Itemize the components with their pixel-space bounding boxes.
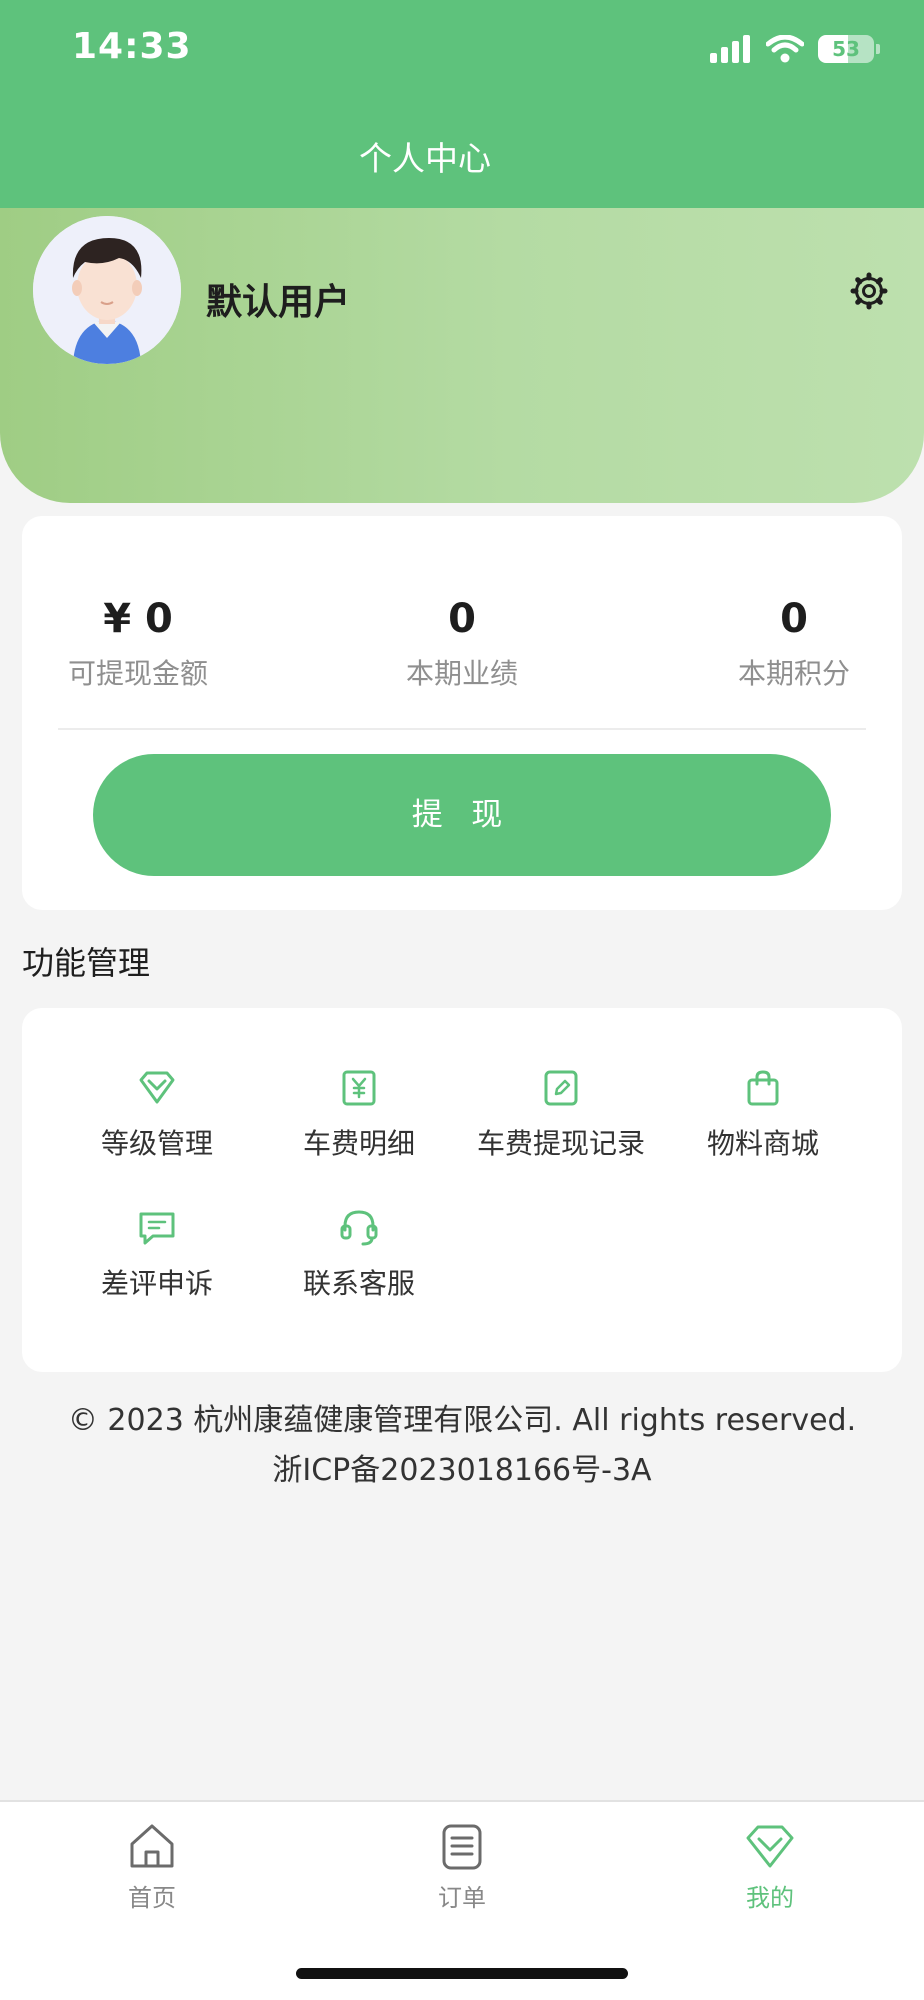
tab-orders[interactable]: 订单 (382, 1820, 542, 1913)
stat-value: 0 (780, 596, 808, 642)
home-icon (130, 1824, 174, 1868)
footer: © 2023 杭州康蕴健康管理有限公司. All rights reserved… (0, 1396, 924, 1496)
stat-label: 可提现金额 (67, 657, 208, 690)
username: 默认用户 (206, 282, 351, 323)
function-label: 差评申诉 (100, 1267, 213, 1300)
function-material-mall[interactable]: 物料商城 (663, 1068, 863, 1162)
stat-withdrawable[interactable]: ¥ 0 可提现金额 (58, 596, 218, 692)
shopping-bag-icon (747, 1070, 779, 1106)
divider (58, 728, 866, 730)
status-icons: 53 (710, 34, 880, 64)
avatar[interactable] (33, 216, 181, 364)
status-time: 14:33 (72, 26, 192, 67)
stat-label: 本期业绩 (405, 657, 518, 690)
stat-performance[interactable]: 0 本期业绩 (382, 596, 542, 692)
wifi-icon (766, 35, 804, 63)
page-title: 个人中心 (359, 139, 491, 178)
function-label: 物料商城 (706, 1127, 819, 1160)
settings-gear-icon[interactable] (850, 272, 888, 310)
tab-mine[interactable]: 我的 (690, 1820, 850, 1913)
stat-points[interactable]: 0 本期积分 (714, 596, 874, 692)
battery-cap (876, 44, 880, 54)
battery-percent: 53 (832, 37, 860, 61)
function-grid: 等级管理 车费明细 车费提现记录 物料商城 差评申诉 联系客服 (22, 1008, 902, 1372)
stats-card: ¥ 0 可提现金额 0 本期业绩 0 本期积分 提 现 (22, 516, 902, 910)
function-bad-review-appeal[interactable]: 差评申诉 (57, 1208, 257, 1302)
stat-value: 0 (448, 596, 476, 642)
function-label: 车费提现记录 (476, 1127, 645, 1160)
yuan-receipt-icon (342, 1070, 376, 1106)
diamond-icon (139, 1071, 175, 1104)
footer-icp-link[interactable]: 浙ICP备2023018166号-3A (0, 1446, 924, 1496)
avatar-illustration (33, 216, 181, 364)
home-indicator (296, 1968, 628, 1979)
section-title: 功能管理 (22, 944, 151, 982)
function-contact-support[interactable]: 联系客服 (259, 1208, 459, 1302)
signal-icon (710, 35, 750, 63)
function-level-management[interactable]: 等级管理 (57, 1068, 257, 1162)
tab-label: 首页 (128, 1884, 176, 1912)
message-icon (139, 1212, 175, 1245)
function-fare-details[interactable]: 车费明细 (259, 1068, 459, 1162)
edit-note-icon (544, 1070, 578, 1106)
withdraw-button[interactable]: 提 现 (93, 754, 831, 876)
stat-value: ¥ 0 (103, 596, 173, 642)
tab-label: 订单 (438, 1884, 486, 1912)
stat-label: 本期积分 (737, 657, 850, 690)
diamond-icon (746, 1825, 794, 1868)
order-list-icon (442, 1824, 482, 1870)
function-label: 车费明细 (302, 1127, 415, 1160)
tab-home[interactable]: 首页 (72, 1820, 232, 1913)
tab-label: 我的 (746, 1884, 794, 1912)
function-label: 等级管理 (100, 1127, 213, 1160)
footer-copyright: © 2023 杭州康蕴健康管理有限公司. All rights reserved… (67, 1403, 857, 1438)
status-bar: 14:33 53 (0, 0, 924, 100)
battery-icon: 53 (818, 35, 874, 63)
headset-icon (340, 1210, 378, 1246)
function-fare-withdraw-records[interactable]: 车费提现记录 (461, 1068, 661, 1162)
function-label: 联系客服 (302, 1267, 415, 1300)
